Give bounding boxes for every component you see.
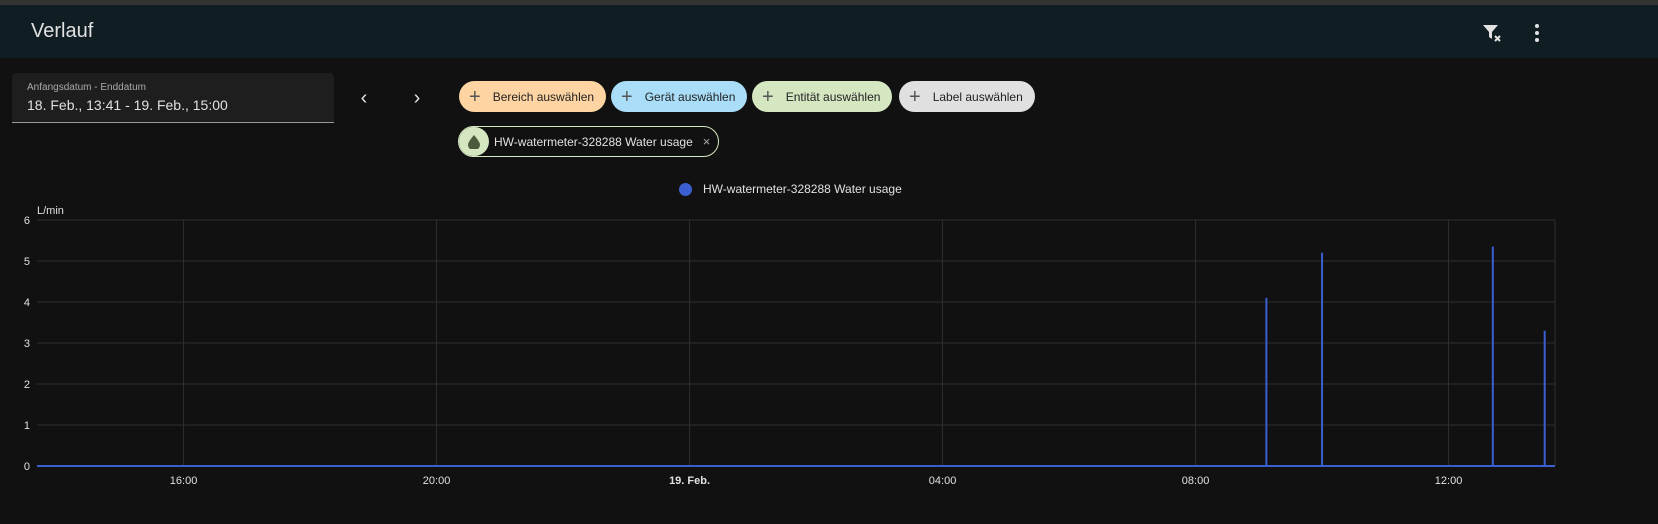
select-device-chip[interactable]: + Gerät auswählen: [611, 81, 748, 112]
chip-label: Gerät auswählen: [644, 89, 736, 104]
plus-icon: +: [762, 85, 774, 108]
select-area-chip[interactable]: + Bereich auswählen: [459, 81, 607, 112]
chip-label: Label auswählen: [932, 89, 1023, 104]
x-tick-label: 19. Feb.: [669, 475, 710, 487]
y-tick-label: 1: [24, 420, 30, 432]
legend-color-dot: [679, 182, 692, 196]
legend-label: HW-watermeter-328288 Water usage: [703, 182, 902, 196]
x-tick-label: 20:00: [423, 475, 451, 487]
dots-vertical-icon[interactable]: [1525, 21, 1549, 45]
chip-label: Entität auswählen: [785, 89, 881, 104]
water-icon: [459, 127, 489, 156]
chart-legend-item[interactable]: HW-watermeter-328288 Water usage: [679, 182, 902, 196]
plus-icon: +: [469, 85, 481, 108]
select-entity-chip[interactable]: + Entität auswählen: [752, 81, 893, 112]
date-range-picker[interactable]: Anfangsdatum - Enddatum 18. Feb., 13:41 …: [12, 73, 334, 123]
y-tick-label: 3: [24, 338, 30, 350]
x-tick-label: 12:00: [1435, 475, 1463, 487]
select-label-chip[interactable]: + Label auswählen: [899, 81, 1035, 112]
plus-icon: +: [909, 85, 921, 108]
date-range-label: Anfangsdatum - Enddatum: [27, 82, 146, 93]
selected-entity-chip[interactable]: HW-watermeter-328288 Water usage ×: [458, 126, 720, 157]
x-tick-label: 04:00: [929, 475, 957, 487]
date-range-value: 18. Feb., 13:41 - 19. Feb., 15:00: [27, 97, 228, 113]
x-tick-label: 08:00: [1182, 475, 1210, 487]
app-header: Verlauf: [0, 5, 1658, 58]
y-tick-label: 5: [24, 256, 30, 268]
y-axis-label: L/min: [37, 205, 64, 217]
y-tick-label: 0: [24, 461, 30, 473]
history-chart: 0 1 2 3 4 5 6 16:00 20:00 19. Feb. 04:00 08:00 12:00…: [24, 205, 1556, 487]
y-tick-label: 2: [24, 379, 30, 391]
chip-label: Bereich auswählen: [492, 89, 595, 104]
y-tick-label: 4: [24, 297, 30, 309]
next-period-button[interactable]: ›: [405, 86, 429, 110]
plus-icon: +: [621, 85, 633, 108]
page-title: Verlauf: [31, 20, 94, 42]
y-tick-label: 6: [24, 215, 30, 227]
filter-remove-icon[interactable]: [1480, 21, 1504, 45]
x-tick-label: 16:00: [170, 475, 198, 487]
entity-label: HW-watermeter-328288 Water usage: [494, 134, 693, 149]
remove-entity-icon[interactable]: ×: [703, 134, 711, 149]
previous-period-button[interactable]: ‹: [352, 86, 376, 110]
